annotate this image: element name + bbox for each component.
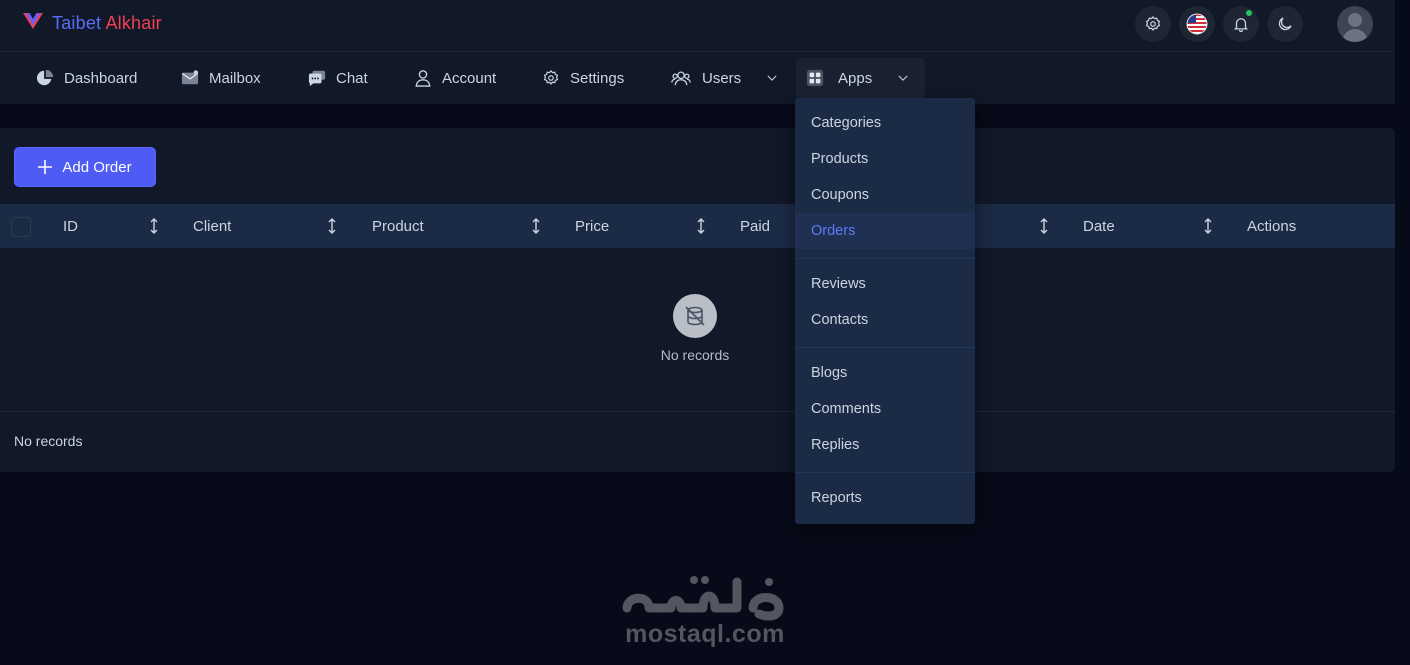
language-button[interactable] xyxy=(1179,6,1215,42)
chevron-down-icon xyxy=(767,75,777,81)
watermark-text: mostaql.com xyxy=(625,620,785,648)
column-date[interactable]: Date xyxy=(1083,204,1115,248)
orders-card: Add Order ID Client Product Price Paid D… xyxy=(0,128,1395,472)
nav-settings[interactable]: Settings xyxy=(532,58,634,98)
empty-message: No records xyxy=(660,347,730,363)
nav-users[interactable]: Users xyxy=(660,58,789,98)
theme-toggle-button[interactable] xyxy=(1267,6,1303,42)
bell-icon xyxy=(1233,18,1249,33)
column-client-label: Client xyxy=(193,217,232,235)
avatar[interactable] xyxy=(1337,6,1373,42)
menu-item-reports[interactable]: Reports xyxy=(795,480,975,516)
nav-mailbox[interactable]: Mailbox xyxy=(171,58,271,98)
notification-dot xyxy=(1246,10,1252,16)
sort-icon[interactable] xyxy=(530,217,542,235)
nav-chat-label: Chat xyxy=(336,69,368,87)
mail-icon xyxy=(181,70,199,85)
nav-dashboard-label: Dashboard xyxy=(64,69,138,87)
empty-state: No records xyxy=(0,248,1395,411)
brand[interactable]: Taibet Alkhair xyxy=(22,11,162,36)
us-flag-icon xyxy=(1186,13,1208,35)
plus-icon xyxy=(38,160,53,174)
menu-divider xyxy=(795,258,975,259)
sort-icon[interactable] xyxy=(1202,217,1214,235)
column-product[interactable]: Product xyxy=(372,204,424,248)
sort-icon[interactable] xyxy=(695,217,707,235)
add-order-label: Add Order xyxy=(62,158,132,176)
user-avatar-icon xyxy=(1342,13,1368,42)
menu-divider xyxy=(795,347,975,348)
column-date-label: Date xyxy=(1083,217,1115,235)
top-actions xyxy=(1135,6,1373,42)
sort-icon[interactable] xyxy=(1038,217,1050,235)
apps-grid-icon xyxy=(806,69,824,87)
menu-item-coupons[interactable]: Coupons xyxy=(795,177,975,213)
watermark: mostaql.com xyxy=(619,568,791,652)
main-navbar: Dashboard Mailbox Chat Account Settings xyxy=(0,52,1395,104)
column-id[interactable]: ID xyxy=(63,204,78,248)
nav-account-label: Account xyxy=(442,69,497,87)
brand-name-part1: Taibet xyxy=(52,13,102,33)
column-actions-label: Actions xyxy=(1247,217,1297,235)
add-order-button[interactable]: Add Order xyxy=(15,148,155,186)
column-price[interactable]: Price xyxy=(575,204,609,248)
column-paid-label: Paid xyxy=(740,217,771,235)
watermark-logo xyxy=(622,576,784,621)
chevron-down-icon xyxy=(898,75,908,81)
top-bar: Taibet Alkhair xyxy=(0,0,1395,52)
menu-item-products[interactable]: Products xyxy=(795,141,975,177)
brand-name-part2: Alkhair xyxy=(105,13,162,33)
database-off-icon xyxy=(673,294,717,338)
column-id-label: ID xyxy=(63,217,78,235)
menu-divider xyxy=(795,472,975,473)
settings-button[interactable] xyxy=(1135,6,1171,42)
menu-item-contacts[interactable]: Contacts xyxy=(795,302,975,338)
footer-records-text: No records xyxy=(14,433,83,449)
menu-item-replies[interactable]: Replies xyxy=(795,427,975,463)
sort-icon[interactable] xyxy=(326,217,338,235)
table-header: ID Client Product Price Paid Date Action… xyxy=(0,204,1395,248)
menu-item-comments[interactable]: Comments xyxy=(795,391,975,427)
moon-icon xyxy=(1278,17,1292,31)
gear-icon xyxy=(1145,15,1161,31)
nav-settings-label: Settings xyxy=(570,69,625,87)
sort-icon[interactable] xyxy=(148,217,160,235)
nav-mailbox-label: Mailbox xyxy=(209,69,261,87)
menu-item-reviews[interactable]: Reviews xyxy=(795,266,975,302)
select-all-checkbox[interactable] xyxy=(11,217,31,237)
apps-dropdown-menu: Categories Products Coupons Orders Revie… xyxy=(795,98,975,524)
column-product-label: Product xyxy=(372,217,424,235)
notifications-button[interactable] xyxy=(1223,6,1259,42)
menu-item-orders[interactable]: Orders xyxy=(795,213,975,249)
nav-dashboard[interactable]: Dashboard xyxy=(26,58,147,98)
brand-name: Taibet Alkhair xyxy=(52,13,162,34)
menu-item-categories[interactable]: Categories xyxy=(795,105,975,141)
column-price-label: Price xyxy=(575,217,610,235)
users-icon xyxy=(671,71,691,86)
gear-icon xyxy=(543,69,559,85)
pie-chart-icon xyxy=(36,69,54,86)
chat-icon xyxy=(308,70,326,87)
column-actions: Actions xyxy=(1247,204,1296,248)
logo-icon xyxy=(22,11,44,36)
nav-account[interactable]: Account xyxy=(404,58,506,98)
nav-chat[interactable]: Chat xyxy=(298,58,378,98)
column-client[interactable]: Client xyxy=(193,204,231,248)
user-icon xyxy=(415,70,431,87)
menu-item-blogs[interactable]: Blogs xyxy=(795,355,975,391)
divider xyxy=(0,411,1395,412)
nav-apps-label: Apps xyxy=(838,69,873,87)
nav-apps[interactable]: Apps xyxy=(796,58,925,98)
column-paid[interactable]: Paid xyxy=(740,204,770,248)
nav-users-label: Users xyxy=(702,69,742,87)
